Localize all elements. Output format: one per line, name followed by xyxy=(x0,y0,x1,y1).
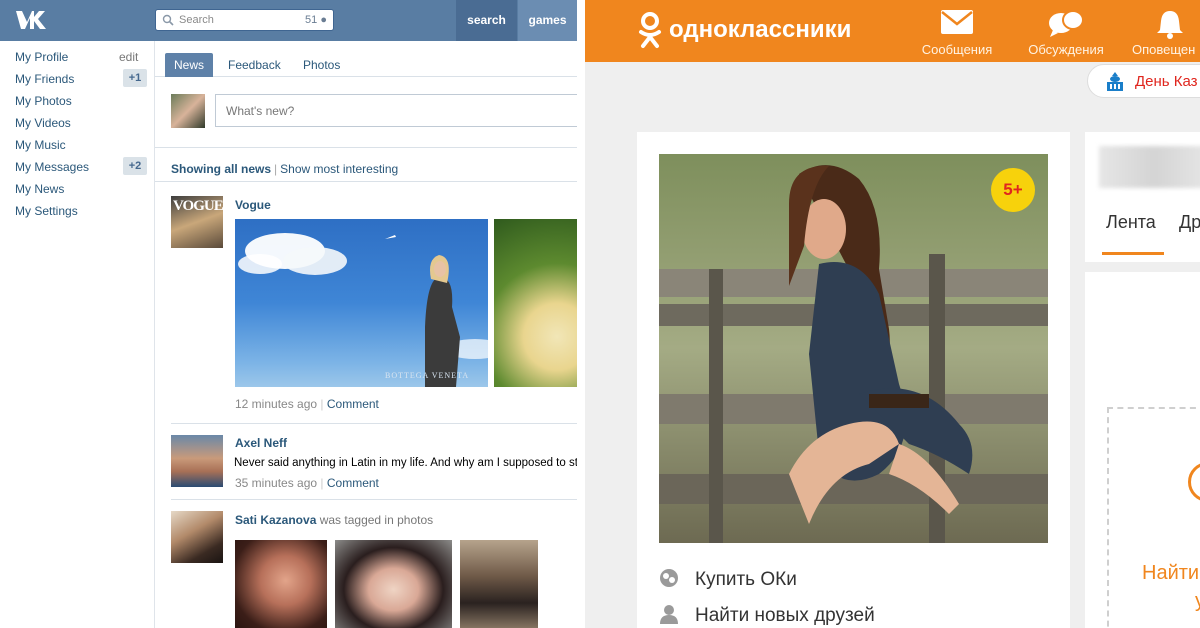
post-text: Never said anything in Latin in my life.… xyxy=(234,457,577,469)
person-icon: ● xyxy=(320,14,327,26)
post-photo[interactable]: BOTTEGA VENETA xyxy=(235,219,488,387)
filter-all-news[interactable]: Showing all news xyxy=(171,162,271,176)
find-friends-box[interactable] xyxy=(1107,407,1200,628)
search-input[interactable]: Search 51 ● xyxy=(155,9,334,31)
post-photo-2[interactable] xyxy=(494,219,577,387)
holiday-text: День Каз xyxy=(1135,73,1198,90)
sidebar-item-my-news[interactable]: My News xyxy=(15,182,64,196)
sidebar-item-my-music[interactable]: My Music xyxy=(15,138,66,152)
rating-badge[interactable]: 5+ xyxy=(991,168,1035,212)
ok-logo-text[interactable]: одноклассники xyxy=(669,16,851,44)
sidebar-item-my-profile[interactable]: My Profile xyxy=(15,50,68,64)
profile-photo-content xyxy=(659,154,1048,543)
nav-games[interactable]: games xyxy=(518,0,577,41)
buy-oki-label: Купить ОКи xyxy=(695,569,797,590)
vk-logo-icon[interactable] xyxy=(14,7,54,33)
ok-header: одноклассники Сообщения Обсуждения Опове… xyxy=(585,0,1200,62)
whats-new-input[interactable]: What's new? xyxy=(215,94,577,127)
post-author-name[interactable]: Sati Kazanova xyxy=(235,513,316,527)
tagged-photo-2[interactable] xyxy=(335,540,452,628)
divider xyxy=(155,147,577,148)
holiday-banner[interactable]: День Каз xyxy=(1087,64,1200,98)
nav-search[interactable]: search xyxy=(456,0,517,41)
filter-separator: | xyxy=(274,162,278,176)
find-label: Найти xyxy=(1142,562,1200,584)
tab-friends[interactable]: Др xyxy=(1179,212,1200,233)
search-icon xyxy=(162,14,174,26)
friends-count-badge: +1 xyxy=(123,69,147,87)
whats-new-placeholder: What's new? xyxy=(226,104,295,118)
find-friends-link[interactable]: Найти новых друзей xyxy=(659,604,875,627)
buy-oki-link[interactable]: Купить ОКи xyxy=(659,568,797,591)
news-tabs: News Feedback Photos xyxy=(155,41,577,77)
active-tab-indicator xyxy=(1102,252,1164,255)
nav-discussions-label: Обсуждения xyxy=(1028,42,1104,57)
post-time: 35 minutes ago xyxy=(235,476,318,490)
profile-photo[interactable]: 5+ xyxy=(659,154,1048,543)
profile-card: 5+ Купить ОКи Найти новых друзей xyxy=(637,132,1070,628)
messages-count-badge: +2 xyxy=(123,157,147,175)
edit-profile-link[interactable]: edit xyxy=(119,50,138,64)
divider xyxy=(171,423,577,424)
sati-kazanova-avatar[interactable] xyxy=(171,511,223,563)
building-icon xyxy=(1107,72,1123,91)
tab-feed[interactable]: Лента xyxy=(1106,212,1156,233)
tab-feedback[interactable]: Feedback xyxy=(219,53,290,77)
search-placeholder: Search xyxy=(179,14,214,26)
nav-messages[interactable]: Сообщения xyxy=(918,0,996,62)
comment-link[interactable]: Comment xyxy=(327,397,379,411)
tab-news[interactable]: News xyxy=(165,53,214,77)
vk-window: Search 51 ● search games My Profile edit… xyxy=(0,0,577,628)
vogue-avatar[interactable]: VOGUE xyxy=(171,196,223,248)
photo-content xyxy=(238,233,488,387)
nav-notifications-label: Оповещен xyxy=(1132,42,1196,57)
tab-photos[interactable]: Photos xyxy=(294,53,349,77)
sidebar: My Profile edit My Friends +1 My Photos … xyxy=(0,41,155,628)
vk-header: Search 51 ● search games xyxy=(0,0,577,41)
sidebar-item-my-friends[interactable]: My Friends xyxy=(15,72,74,86)
sidebar-item-my-videos[interactable]: My Videos xyxy=(15,116,71,130)
nav-notifications[interactable]: Оповещен xyxy=(1130,0,1200,62)
photo-watermark: BOTTEGA VENETA xyxy=(385,371,470,380)
find-friends-label: Найти новых друзей xyxy=(695,605,875,626)
sidebar-divider xyxy=(154,41,155,628)
nav-discussions[interactable]: Обсуждения xyxy=(1023,0,1109,62)
sidebar-item-my-messages[interactable]: My Messages xyxy=(15,160,89,174)
post-author[interactable]: Axel Neff xyxy=(235,436,287,450)
envelope-icon xyxy=(941,10,973,34)
divider xyxy=(171,499,577,500)
divider xyxy=(155,181,577,182)
find-label-2: у xyxy=(1195,590,1200,612)
filter-most-interesting[interactable]: Show most interesting xyxy=(280,162,398,176)
coins-icon xyxy=(660,569,678,587)
nav-messages-label: Сообщения xyxy=(921,42,993,57)
axel-neff-avatar[interactable] xyxy=(171,435,223,487)
search-people-count: 51 ● xyxy=(305,14,327,26)
comment-link[interactable]: Comment xyxy=(327,476,379,490)
sidebar-item-my-settings[interactable]: My Settings xyxy=(15,204,78,218)
person-icon xyxy=(660,605,678,624)
gap xyxy=(577,0,585,628)
ok-window: одноклассники Сообщения Обсуждения Опове… xyxy=(585,0,1200,628)
feed-panel: Лента Др xyxy=(1085,132,1200,262)
vogue-logo: VOGUE xyxy=(173,198,223,214)
ok-logo-icon[interactable] xyxy=(637,11,663,51)
blurred-name xyxy=(1099,146,1200,188)
tagged-photo-3[interactable] xyxy=(460,540,538,628)
post-author[interactable]: Vogue xyxy=(235,198,271,212)
post-author: Sati Kazanova was tagged in photos xyxy=(235,513,433,527)
post-time: 12 minutes ago xyxy=(235,397,318,411)
post-meta: 35 minutes ago | Comment xyxy=(235,476,379,490)
tagged-photo-1[interactable] xyxy=(235,540,327,628)
post-meta: 12 minutes ago | Comment xyxy=(235,397,379,411)
suggestion-panel: Найти у xyxy=(1085,272,1200,628)
feed-filter: Showing all news | Show most interesting xyxy=(171,162,398,176)
sidebar-item-my-photos[interactable]: My Photos xyxy=(15,94,72,108)
chat-bubbles-icon xyxy=(1049,10,1084,37)
tagged-text: was tagged in photos xyxy=(319,513,434,527)
user-avatar[interactable] xyxy=(171,94,205,128)
bell-icon xyxy=(1157,11,1183,39)
